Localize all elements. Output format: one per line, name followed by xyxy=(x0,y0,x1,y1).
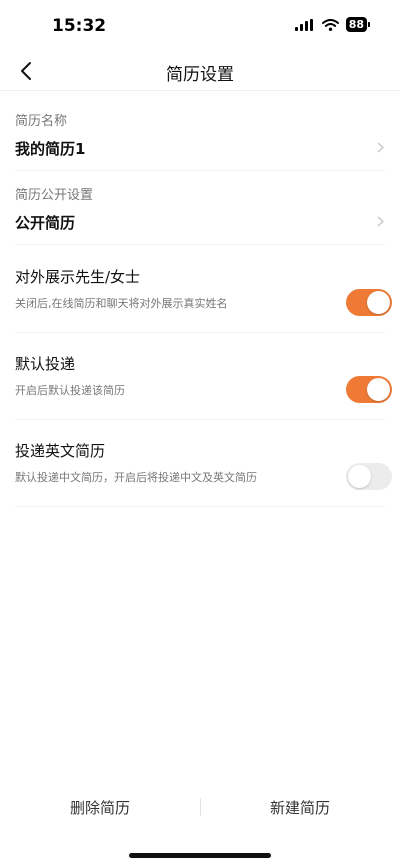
battery-level: 88 xyxy=(345,17,367,32)
status-time: 15:32 xyxy=(52,16,107,36)
toggle-knob xyxy=(367,378,390,401)
status-bar: 15:32 88 xyxy=(0,0,400,52)
resume-name-row[interactable]: 简历名称 我的简历1 xyxy=(15,106,385,171)
bottom-action-bar: 删除简历 新建简历 xyxy=(0,786,400,830)
toggle-row-title-display: 对外展示先生/女士 关闭后,在线简历和聊天将对外展示真实姓名 xyxy=(15,258,392,333)
status-icons: 88 xyxy=(294,17,370,32)
chevron-right-icon[interactable] xyxy=(375,140,385,154)
public-setting-label: 简历公开设置 xyxy=(15,188,94,203)
signal-icon xyxy=(294,18,313,31)
delete-resume-button[interactable]: 删除简历 xyxy=(0,786,200,830)
toggle-title: 默认投递 xyxy=(15,355,76,373)
nav-bar: 简历设置 xyxy=(0,52,400,91)
public-setting-row[interactable]: 简历公开设置 公开简历 xyxy=(15,180,385,245)
toggle-knob xyxy=(367,291,390,314)
english-resume-toggle[interactable] xyxy=(346,463,392,490)
toggle-title: 投递英文简历 xyxy=(15,442,106,460)
toggle-title: 对外展示先生/女士 xyxy=(15,268,141,286)
toggle-desc: 关闭后,在线简历和聊天将对外展示真实姓名 xyxy=(15,297,228,310)
toggle-knob xyxy=(348,465,371,488)
battery-tip xyxy=(368,22,370,27)
toggle-desc: 开启后默认投递该简历 xyxy=(15,384,125,397)
battery-icon: 88 xyxy=(345,17,370,32)
chevron-right-icon[interactable] xyxy=(375,214,385,228)
toggle-desc: 默认投递中文简历，开启后将投递中文及英文简历 xyxy=(15,471,257,484)
wifi-icon xyxy=(321,18,339,31)
resume-name-value: 我的简历1 xyxy=(15,140,86,158)
title-display-toggle[interactable] xyxy=(346,289,392,316)
home-indicator[interactable] xyxy=(129,853,271,858)
page-title: 简历设置 xyxy=(166,65,234,85)
default-submit-toggle[interactable] xyxy=(346,376,392,403)
public-setting-value: 公开简历 xyxy=(15,214,76,232)
toggle-row-english-resume: 投递英文简历 默认投递中文简历，开启后将投递中文及英文简历 xyxy=(15,432,392,507)
resume-name-label: 简历名称 xyxy=(15,114,68,129)
new-resume-button[interactable]: 新建简历 xyxy=(200,786,400,830)
toggle-row-default-submit: 默认投递 开启后默认投递该简历 xyxy=(15,345,392,420)
